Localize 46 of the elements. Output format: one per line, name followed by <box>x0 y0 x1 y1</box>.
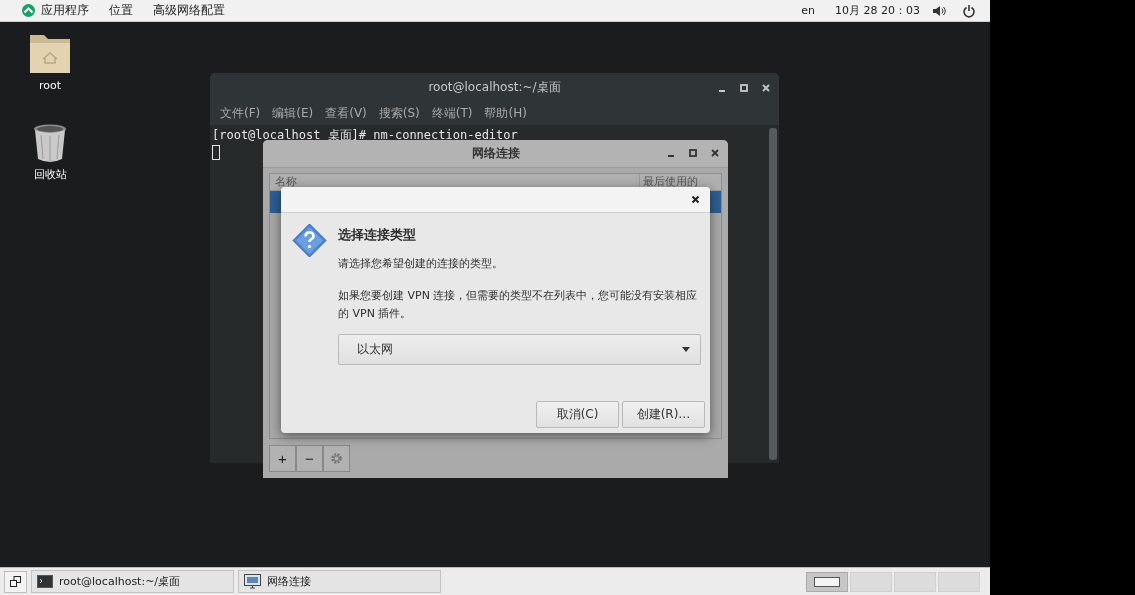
power-icon[interactable] <box>962 3 976 18</box>
top-menu[interactable]: 高级网络配置 <box>145 2 233 19</box>
text-cursor <box>212 145 220 160</box>
dialog-title: 选择连接类型 <box>338 226 417 244</box>
question-icon <box>292 223 327 258</box>
menu-item[interactable]: 终端(T) <box>425 105 479 122</box>
volume-icon[interactable] <box>932 4 946 17</box>
windows-icon <box>10 576 21 587</box>
menu-item[interactable]: 查看(V) <box>319 105 373 122</box>
terminal-icon <box>37 575 53 588</box>
column-header[interactable]: 名称 <box>270 173 639 190</box>
applications-menu[interactable]: 应用程序 <box>14 2 97 19</box>
window-thumbnail <box>814 576 840 587</box>
remove-button[interactable]: − <box>296 445 323 472</box>
dropdown-arrow-icon <box>682 347 690 352</box>
logo-icon <box>22 4 35 17</box>
desktop-icon-label[interactable]: root <box>38 79 62 92</box>
clock[interactable]: 10月 28 20：03 <box>827 3 928 18</box>
menu-item[interactable]: 帮助(H) <box>478 105 533 122</box>
desktop-icon-label[interactable]: 回收站 <box>33 167 67 182</box>
cancel-button[interactable]: 取消(C) <box>536 401 619 428</box>
trash-icon <box>33 123 67 163</box>
menu-item[interactable]: 文件(F) <box>214 105 267 122</box>
folder-icon <box>28 32 72 75</box>
scrollbar[interactable] <box>769 128 777 460</box>
window-title: root@localhost:~/桌面 <box>428 79 561 96</box>
top-menu[interactable]: 位置 <box>101 2 141 19</box>
monitor-icon <box>244 574 261 589</box>
taskbar-item[interactable]: 网络连接 <box>238 570 441 593</box>
add-button[interactable]: + <box>269 445 296 472</box>
taskbar-item[interactable]: root@localhost:~/桌面 <box>31 570 234 593</box>
connection-type-dropdown[interactable]: 以太网 <box>338 334 701 365</box>
maximize-icon[interactable] <box>688 148 698 159</box>
keyboard-layout[interactable]: en <box>793 4 823 17</box>
window-title: 网络连接 <box>471 144 520 162</box>
close-icon[interactable] <box>710 148 720 159</box>
dialog-note: 如果您要创建 VPN 连接，但需要的类型不在列表中，您可能没有安装相应的 VPN 插件。 <box>338 288 699 322</box>
workspace-button[interactable] <box>806 571 848 592</box>
menu-item[interactable]: 搜索(S) <box>372 105 426 122</box>
show-desktop-button[interactable] <box>4 570 27 593</box>
menu-item[interactable]: 编辑(E) <box>266 105 320 122</box>
close-icon[interactable] <box>691 195 700 204</box>
dialog-message: 请选择您希望创建的连接的类型。 <box>338 256 504 271</box>
terminal-line: [root@localhost 桌面]# nm-connection-editor <box>212 127 519 144</box>
settings-icon <box>330 452 343 465</box>
create-button[interactable]: 创建(R)… <box>622 401 705 428</box>
